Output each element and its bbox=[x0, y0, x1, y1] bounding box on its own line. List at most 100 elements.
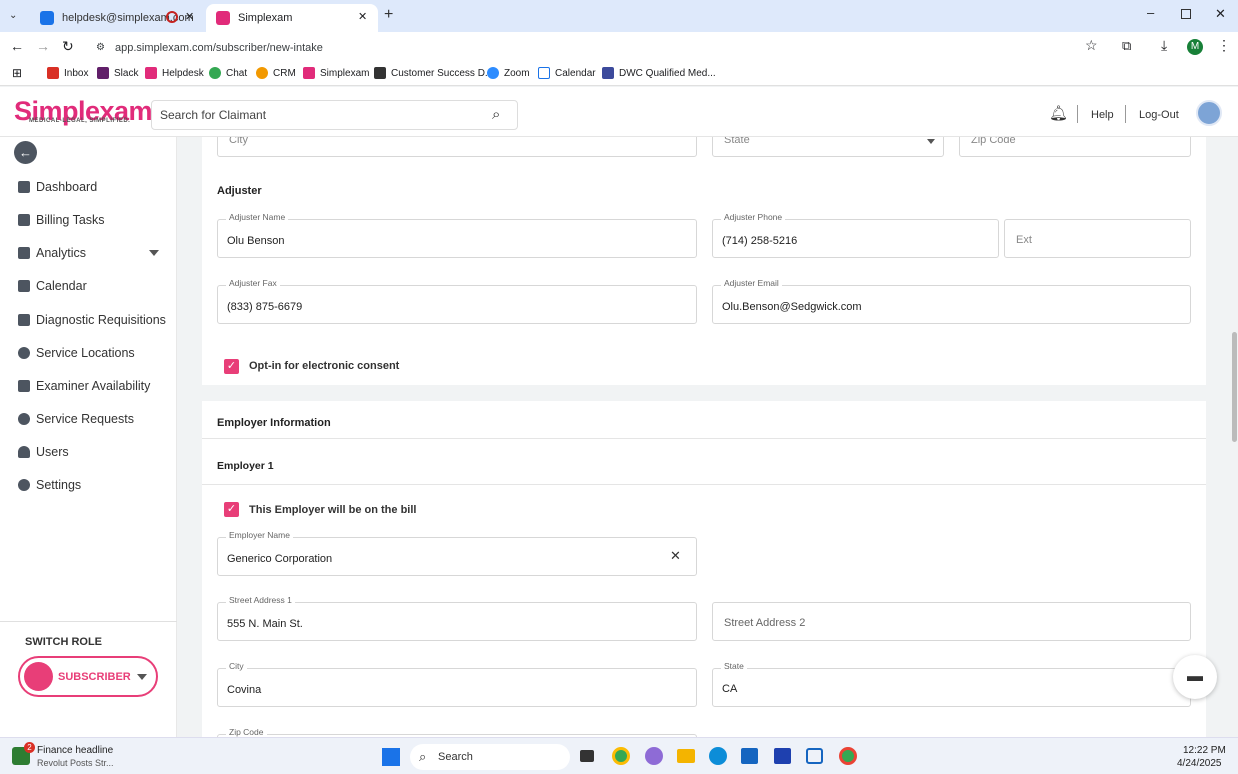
download-icon[interactable]: ⤓ bbox=[1161, 37, 1167, 54]
pen-app-icon[interactable] bbox=[774, 748, 791, 764]
claimant-search-input[interactable]: Search for Claimant ⌕ bbox=[151, 100, 518, 130]
scrollbar-thumb[interactable] bbox=[1232, 332, 1237, 442]
close-window-icon[interactable]: ✕ bbox=[1215, 6, 1226, 22]
chat-widget-button[interactable]: ▬ bbox=[1173, 655, 1217, 699]
clear-icon[interactable]: ✕ bbox=[670, 548, 681, 564]
state-select[interactable]: State bbox=[712, 137, 944, 157]
back-icon[interactable]: ← bbox=[10, 38, 24, 54]
bookmark-inbox[interactable]: Inbox bbox=[47, 67, 88, 79]
minimize-icon[interactable]: – bbox=[1147, 5, 1154, 20]
adjuster-email-field[interactable]: Adjuster Email Olu.Benson@Sedgwick.com bbox=[712, 278, 1191, 324]
clock-time[interactable]: 12:22 PM bbox=[1183, 745, 1226, 756]
sidebar-item-dashboard[interactable]: Dashboard bbox=[18, 180, 97, 194]
file-explorer-icon[interactable] bbox=[677, 749, 695, 763]
street-address-2-field[interactable]: Street Address 2 bbox=[712, 602, 1191, 641]
new-tab-icon[interactable]: + bbox=[384, 6, 393, 24]
app-icon[interactable] bbox=[806, 748, 823, 764]
store-icon[interactable] bbox=[741, 748, 758, 764]
role-switch-button[interactable]: SUBSCRIBER bbox=[18, 656, 158, 697]
close-tab-icon[interactable]: ✕ bbox=[185, 10, 194, 23]
chevron-down-icon[interactable] bbox=[149, 250, 159, 256]
bookmark-customer-success[interactable]: Customer Success D... bbox=[374, 67, 493, 79]
site-info-icon[interactable]: ⚙ bbox=[96, 37, 105, 59]
url-field[interactable]: ⚙ app.simplexam.com/subscriber/new-intak… bbox=[88, 37, 1108, 59]
extensions-icon[interactable]: ⧉ bbox=[1122, 38, 1131, 54]
sidebar-item-calendar[interactable]: Calendar bbox=[18, 279, 87, 293]
bookmark-chat[interactable]: Chat bbox=[209, 67, 247, 79]
bookmark-simplexam[interactable]: Simplexam bbox=[303, 67, 369, 79]
taskbar-search[interactable]: ⌕ Search bbox=[410, 744, 570, 770]
ext-field[interactable]: Ext bbox=[1004, 219, 1191, 258]
chat-icon bbox=[209, 67, 221, 79]
requisitions-icon bbox=[18, 314, 30, 326]
consent-checkbox[interactable]: ✓ bbox=[224, 359, 239, 374]
adjuster-name-field[interactable]: Adjuster Name Olu Benson bbox=[217, 212, 697, 258]
calendar-icon bbox=[538, 67, 550, 79]
recording-icon bbox=[166, 11, 178, 23]
street-address-1-field[interactable]: Street Address 1 555 N. Main St. bbox=[217, 595, 697, 641]
reload-icon[interactable]: ↻ bbox=[62, 38, 74, 55]
news-title[interactable]: Finance headline bbox=[37, 745, 113, 756]
tab-list-icon[interactable]: ⌄ bbox=[9, 10, 17, 21]
claim-card: City State Zip Code Adjuster Adjuster Na… bbox=[202, 137, 1206, 385]
chrome-profile-icon[interactable] bbox=[839, 747, 857, 765]
analytics-icon bbox=[18, 247, 30, 259]
browser-tab-bar: ⌄ helpdesk@simplexam.com ✕ Simplexam ✕ +… bbox=[0, 0, 1238, 32]
bookmark-crm[interactable]: CRM bbox=[256, 67, 296, 79]
sidebar-item-users[interactable]: Users bbox=[18, 445, 69, 459]
customer-success-icon bbox=[374, 67, 386, 79]
chevron-down-icon bbox=[927, 139, 935, 144]
news-badge: 2 bbox=[24, 742, 35, 753]
employer-city-field[interactable]: City Covina bbox=[217, 661, 697, 707]
sidebar-item-billing-tasks[interactable]: Billing Tasks bbox=[18, 213, 105, 227]
close-tab-icon[interactable]: ✕ bbox=[358, 10, 367, 23]
sidebar-item-diagnostic-requisitions[interactable]: Diagnostic Requisitions bbox=[18, 313, 166, 327]
task-view-icon[interactable] bbox=[580, 750, 594, 762]
sidebar-item-service-requests[interactable]: Service Requests bbox=[18, 412, 134, 426]
sidebar-item-analytics[interactable]: Analytics bbox=[18, 246, 86, 260]
profile-avatar[interactable]: M bbox=[1187, 39, 1203, 55]
bookmark-helpdesk[interactable]: Helpdesk bbox=[145, 67, 204, 79]
forward-icon[interactable]: → bbox=[36, 38, 50, 54]
copilot-icon[interactable] bbox=[645, 747, 663, 765]
sidebar-item-examiner-availability[interactable]: Examiner Availability bbox=[18, 379, 150, 393]
app-header: Simplexam MEDICAL-LEGAL, SIMPLIFIED. Sea… bbox=[0, 87, 1238, 137]
employer-name-field[interactable]: Employer Name Generico Corporation ✕ bbox=[217, 530, 697, 576]
help-link[interactable]: Help bbox=[1091, 109, 1114, 121]
edge-icon[interactable] bbox=[709, 747, 727, 765]
logout-link[interactable]: Log-Out bbox=[1139, 109, 1179, 121]
divider bbox=[1125, 105, 1126, 123]
search-icon[interactable]: ⌕ bbox=[492, 101, 500, 129]
apps-grid-icon[interactable]: ⊞ bbox=[12, 66, 22, 80]
tab-title: Simplexam bbox=[238, 12, 293, 24]
tab-simplexam[interactable]: Simplexam ✕ bbox=[206, 4, 378, 32]
tab-helpdesk[interactable]: helpdesk@simplexam.com ✕ bbox=[30, 4, 202, 32]
bookmark-dwc[interactable]: DWC Qualified Med... bbox=[602, 67, 716, 79]
employer-state-field[interactable]: State CA bbox=[712, 661, 1191, 707]
bookmark-zoom[interactable]: Zoom bbox=[487, 67, 530, 79]
simplexam-icon bbox=[216, 11, 230, 25]
consent-label: Opt-in for electronic consent bbox=[249, 360, 400, 372]
city-field[interactable]: City bbox=[217, 137, 697, 157]
back-arrow-icon[interactable]: ← bbox=[14, 141, 37, 164]
user-avatar[interactable] bbox=[1196, 100, 1222, 126]
bookmark-calendar[interactable]: Calendar bbox=[538, 67, 596, 79]
sidebar-item-service-locations[interactable]: Service Locations bbox=[18, 346, 135, 360]
zip-code-field[interactable]: Zip Code bbox=[959, 137, 1191, 157]
chrome-icon[interactable] bbox=[612, 747, 630, 765]
zoom-icon bbox=[487, 67, 499, 79]
adjuster-fax-field[interactable]: Adjuster Fax (833) 875-6679 bbox=[217, 278, 697, 324]
adjuster-phone-field[interactable]: Adjuster Phone (714) 258-5216 bbox=[712, 212, 999, 258]
bell-icon[interactable]: 🔔︎ bbox=[1049, 104, 1068, 122]
bookmark-star-icon[interactable]: ☆ bbox=[1085, 37, 1098, 54]
windows-start-icon[interactable] bbox=[382, 748, 400, 766]
clock-date[interactable]: 4/24/2025 bbox=[1177, 758, 1222, 769]
sidebar-item-settings[interactable]: Settings bbox=[18, 478, 81, 492]
employer-on-bill-checkbox[interactable]: ✓ bbox=[224, 502, 239, 517]
employer-on-bill-label: This Employer will be on the bill bbox=[249, 504, 417, 516]
dashboard-icon bbox=[18, 181, 30, 193]
maximize-icon[interactable] bbox=[1181, 9, 1191, 19]
bookmark-slack[interactable]: Slack bbox=[97, 67, 138, 79]
browser-menu-icon[interactable]: ⋮ bbox=[1217, 37, 1231, 54]
logo-tagline: MEDICAL-LEGAL, SIMPLIFIED. bbox=[29, 118, 131, 124]
